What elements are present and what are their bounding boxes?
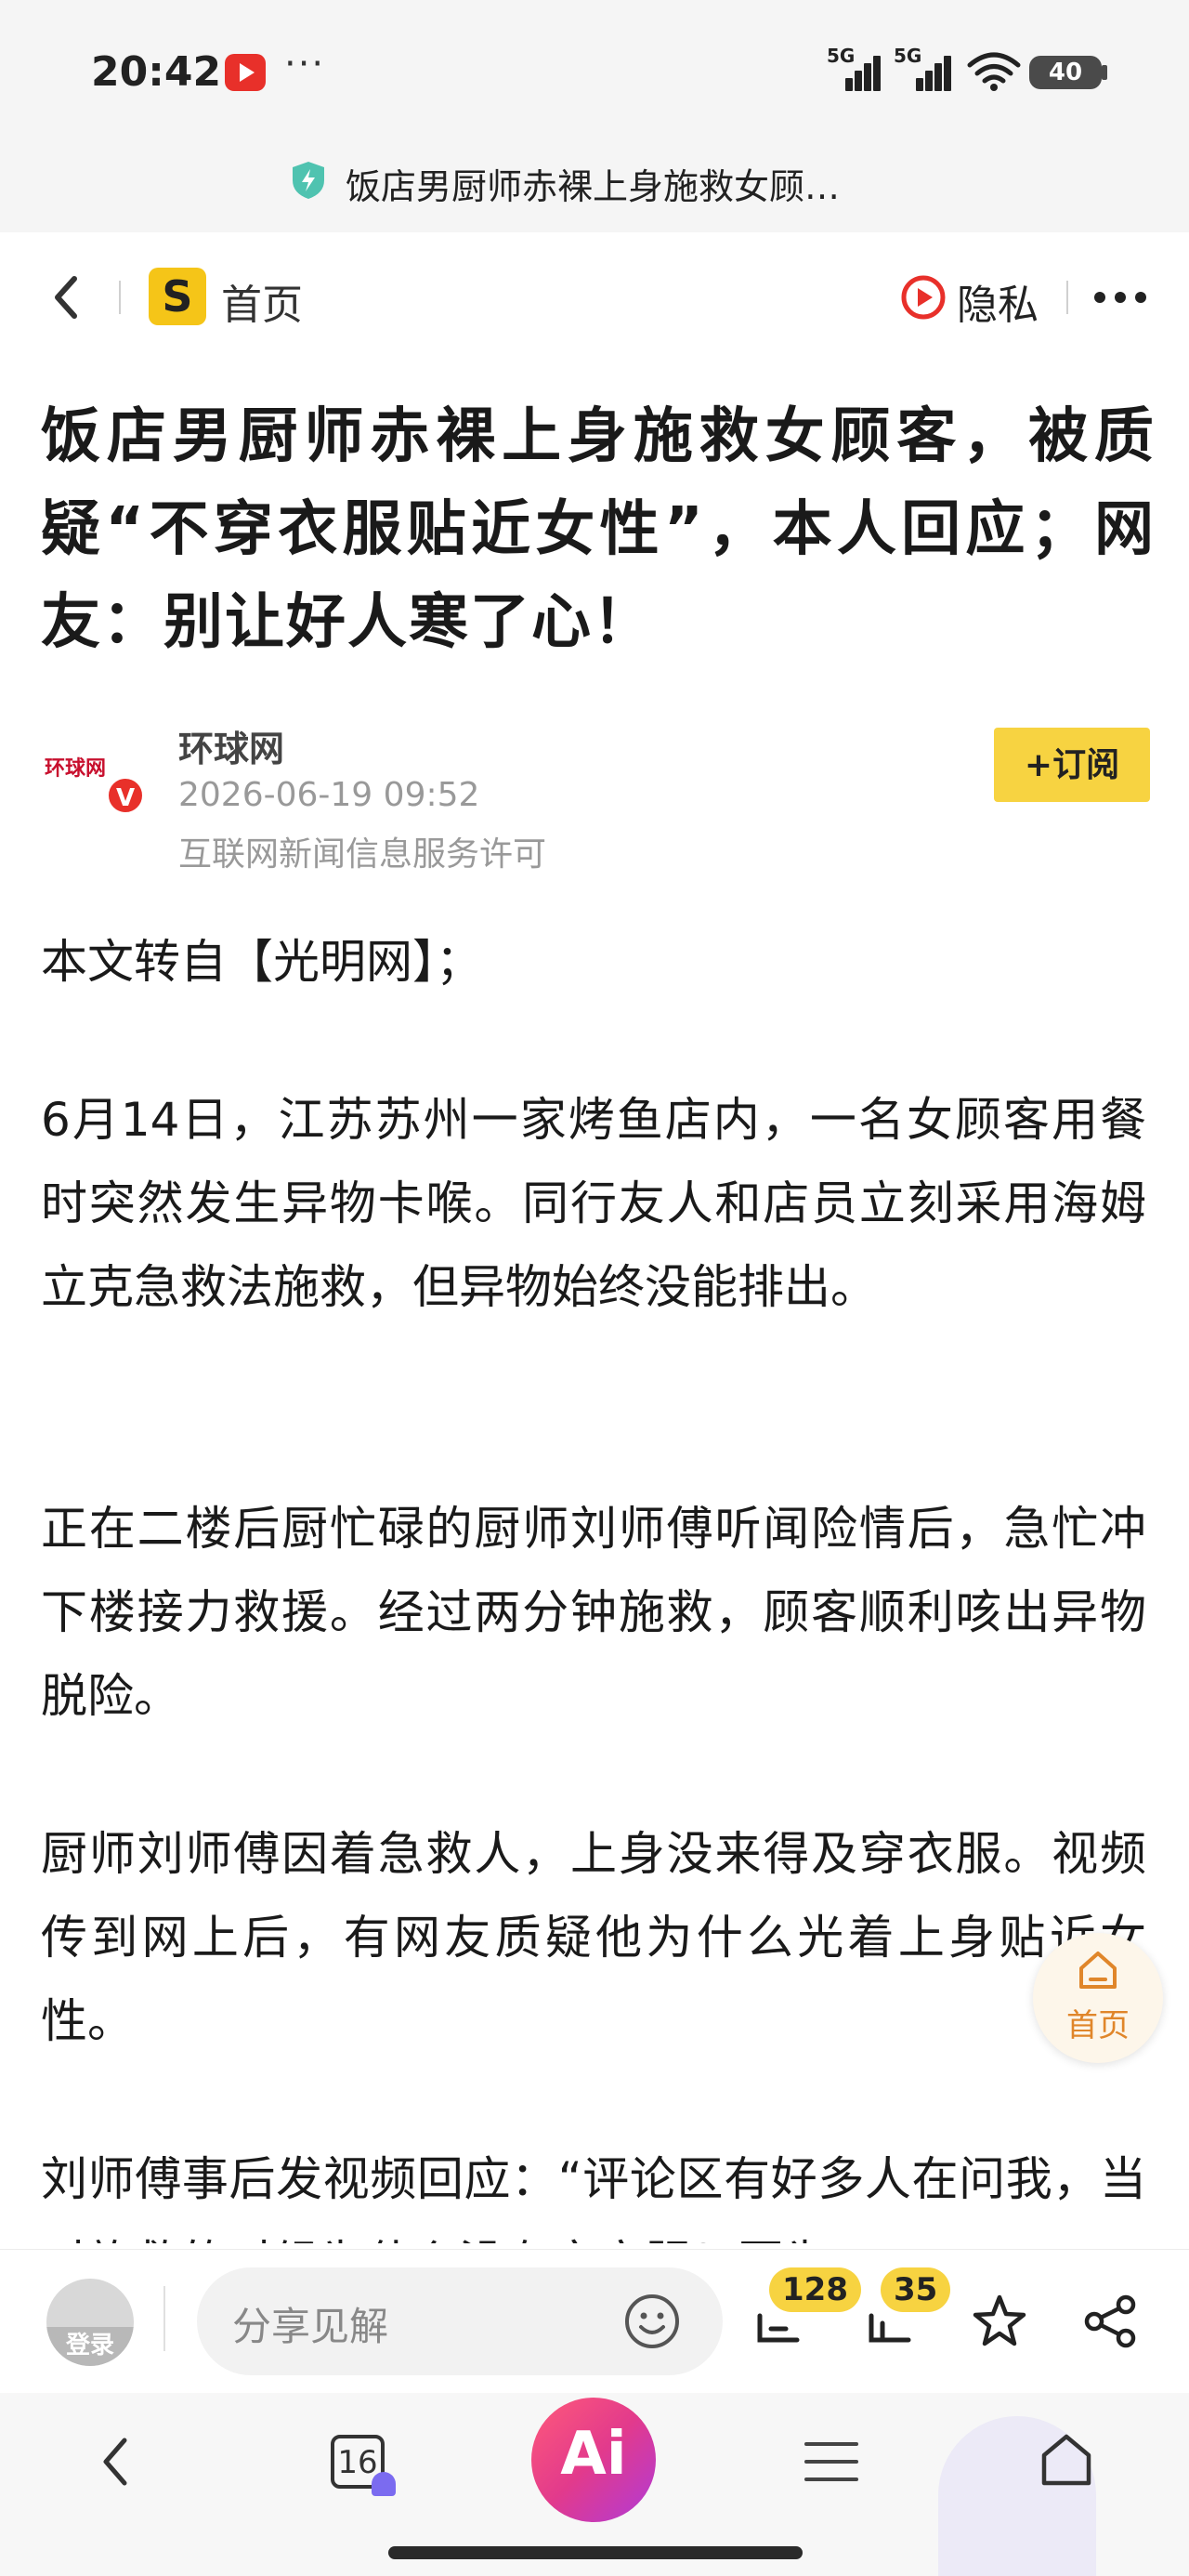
share-icon[interactable] [1081, 2292, 1141, 2351]
emoji-icon[interactable] [622, 2292, 682, 2351]
article-paragraph: 本文转自【光明网】； [41, 935, 482, 989]
privacy-icon[interactable] [901, 275, 946, 320]
home-link[interactable]: 首页 [221, 271, 303, 331]
back-icon[interactable] [46, 269, 87, 325]
browser-home-icon[interactable] [1037, 2431, 1096, 2491]
home-icon [1079, 1952, 1117, 1989]
more-menu-icon[interactable] [1094, 292, 1150, 305]
site-logo-icon[interactable]: S [149, 268, 206, 325]
signal-label: 5G [894, 45, 922, 67]
notification-more-icon: ··· [284, 43, 326, 85]
battery-icon: 40 [1029, 56, 1102, 89]
signal-label: 5G [827, 45, 856, 67]
browser-back-icon[interactable] [97, 2429, 134, 2494]
like-count-badge: 35 [881, 2267, 951, 2312]
secure-shield-icon [293, 162, 324, 199]
battery-cap [1102, 65, 1107, 80]
gesture-bar[interactable] [388, 2546, 803, 2559]
status-time: 20:42 [91, 48, 222, 96]
verified-badge: V [106, 776, 145, 815]
signal-icon: 5G [894, 45, 955, 91]
source-avatar-text: 环球网 [45, 757, 107, 781]
comments-count-badge: 128 [769, 2267, 861, 2312]
nav-divider [119, 281, 121, 314]
login-label: 登录 [46, 2327, 134, 2366]
license-text[interactable]: 互联网新闻信息服务许可 [178, 827, 546, 875]
nav-divider [1066, 281, 1068, 314]
battery-level: 40 [1048, 59, 1083, 86]
wifi-icon [967, 52, 1021, 91]
toolbar-divider [163, 2286, 165, 2351]
article-paragraph: 刘师傅事后发视频回应：“评论区有好多人在问我，当时施救的时候为什么没有穿衣服？因… [41, 2152, 1146, 2243]
page-url-title[interactable]: 饭店男厨师赤裸上身施救女顾… [346, 158, 840, 209]
privacy-link[interactable]: 隐私 [957, 271, 1039, 331]
publish-time: 2026-06-19 09:52 [178, 776, 480, 814]
menu-icon[interactable] [804, 2438, 858, 2485]
login-avatar[interactable]: 登录 [46, 2279, 134, 2366]
favorite-icon[interactable] [970, 2292, 1029, 2351]
notification-app-icon [225, 54, 266, 91]
source-name[interactable]: 环球网 [178, 720, 284, 771]
comment-input-placeholder[interactable]: 分享见解 [232, 2295, 388, 2352]
article-paragraph: 厨师刘师傅因着急救人，上身没来得及穿衣服。视频传到网上后，有网友质疑他为什么光着… [41, 1827, 1146, 2048]
signal-icon: 5G [827, 45, 881, 91]
floating-home-label: 首页 [1066, 2007, 1130, 2044]
subscribe-button[interactable]: +订阅 [994, 728, 1150, 802]
incognito-ghost-icon [372, 2472, 396, 2496]
article-title: 饭店男厨师赤裸上身施救女顾客，被质疑“不穿衣服贴近女性”，本人回应；网友：别让好… [41, 402, 1156, 657]
article-paragraph: 正在二楼后厨忙碌的厨师刘师傅听闻险情后，急忙冲下楼接力救援。经过两分钟施救，顾客… [41, 1502, 1146, 1723]
article-paragraph: 6月14日，江苏苏州一家烤鱼店内，一名女顾客用餐时突然发生异物卡喉。同行友人和店… [41, 1093, 1146, 1314]
ai-button-label[interactable]: Ai [531, 2420, 656, 2489]
